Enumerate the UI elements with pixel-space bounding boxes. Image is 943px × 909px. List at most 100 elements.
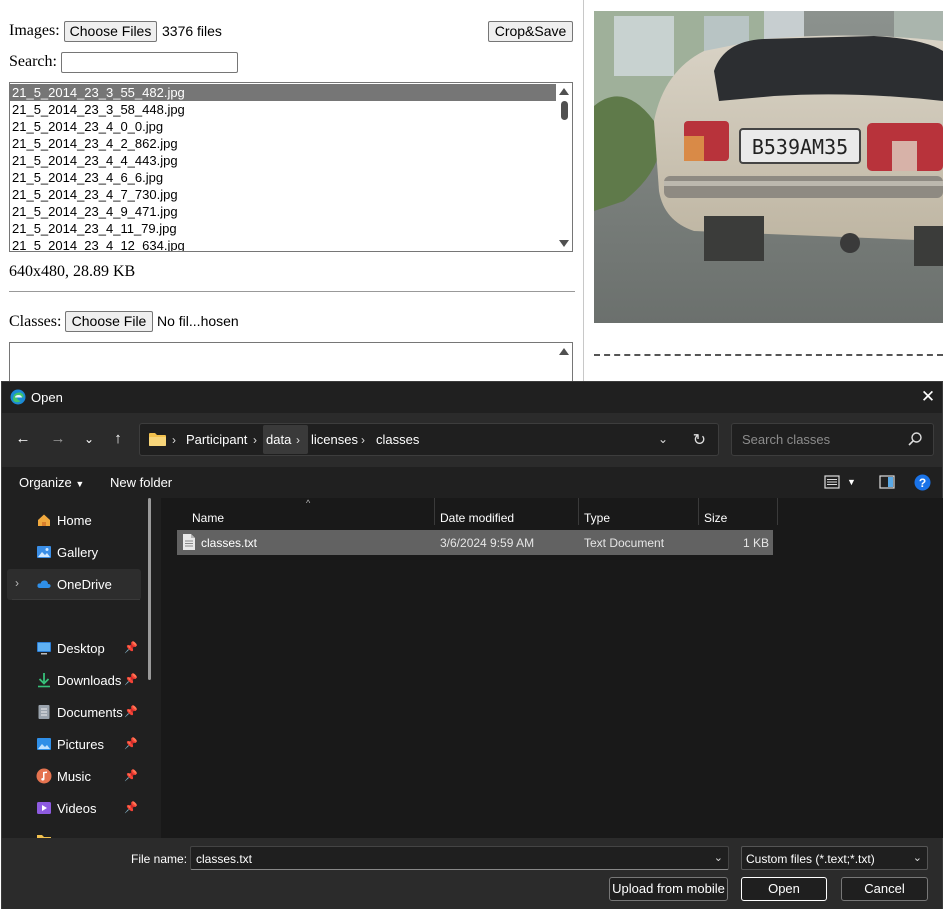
- file-list-view: ^ Name Date modified Type Size classes.t…: [161, 498, 943, 838]
- nav-item-pictures[interactable]: Pictures 📌: [7, 729, 141, 760]
- nav-item-music[interactable]: Music 📌: [7, 761, 141, 792]
- back-arrow-icon[interactable]: ←: [13, 429, 33, 449]
- scroll-thumb[interactable]: [561, 101, 568, 120]
- list-item[interactable]: 21_5_2014_23_4_12_634.jpg: [10, 237, 556, 251]
- nav-item-label: Home: [57, 513, 92, 528]
- open-button[interactable]: Open: [741, 877, 827, 901]
- upload-from-mobile-button[interactable]: Upload from mobile: [609, 877, 728, 901]
- breadcrumb-separator-icon: ›: [296, 433, 300, 447]
- svg-text:?: ?: [919, 476, 926, 490]
- scroll-up-arrow-icon[interactable]: [559, 348, 569, 355]
- nav-item-home[interactable]: Home: [7, 505, 141, 536]
- pin-icon[interactable]: 📌: [124, 641, 138, 654]
- nav-item-onedrive[interactable]: › OneDrive: [7, 569, 141, 600]
- breadcrumb-licenses[interactable]: licenses: [311, 432, 358, 448]
- list-item[interactable]: 21_5_2014_23_3_58_448.jpg: [10, 101, 556, 118]
- chevron-down-icon[interactable]: ⌄: [913, 851, 922, 864]
- expand-chevron-icon[interactable]: ›: [15, 576, 19, 590]
- file-type-filter[interactable]: Custom files (*.text;*.txt) ⌄: [741, 846, 928, 870]
- navigation-scrollbar[interactable]: [148, 498, 151, 680]
- up-arrow-icon[interactable]: ↑: [108, 429, 128, 449]
- pin-icon[interactable]: 📌: [124, 801, 138, 814]
- files-count: 3376 files: [162, 23, 222, 39]
- preview-pane-icon[interactable]: [879, 474, 895, 490]
- file-name-label: File name:: [131, 852, 188, 866]
- dialog-title: Open: [31, 390, 63, 405]
- pin-icon[interactable]: 📌: [124, 737, 138, 750]
- choose-files-button[interactable]: Choose Files: [64, 21, 157, 42]
- chevron-down-icon[interactable]: ▼: [847, 477, 856, 487]
- column-header-name[interactable]: Name: [192, 511, 224, 525]
- column-header-date-modified[interactable]: Date modified: [440, 511, 514, 525]
- view-options-icon[interactable]: [824, 474, 840, 490]
- panel-divider: [583, 0, 584, 384]
- image-file-list[interactable]: 21_5_2014_23_3_55_482.jpg 21_5_2014_23_3_…: [9, 82, 573, 252]
- pictures-icon: [37, 738, 51, 750]
- chevron-down-icon[interactable]: ⌄: [714, 851, 723, 864]
- pin-icon[interactable]: 📌: [124, 673, 138, 686]
- breadcrumb-separator-icon: ›: [253, 433, 257, 447]
- edge-browser-icon: [10, 389, 26, 405]
- folder-icon: [149, 433, 166, 446]
- file-size: 1 KB: [742, 536, 769, 550]
- nav-item-label: Documents: [57, 705, 123, 720]
- pin-icon[interactable]: 📌: [124, 705, 138, 718]
- breadcrumb-participant[interactable]: Participant: [186, 432, 247, 448]
- search-input[interactable]: [61, 52, 238, 73]
- organize-button[interactable]: Organize ▼: [19, 475, 84, 490]
- scroll-down-arrow-icon[interactable]: [559, 240, 569, 247]
- crop-save-button[interactable]: Crop&Save: [488, 21, 573, 42]
- nav-item-desktop[interactable]: Desktop 📌: [7, 633, 141, 664]
- list-item[interactable]: 21_5_2014_23_4_7_730.jpg: [10, 186, 556, 203]
- address-bar[interactable]: › Participant › data › licenses › classe…: [139, 423, 719, 456]
- nav-item-label: OneDrive: [57, 577, 112, 592]
- close-icon[interactable]: ✕: [920, 388, 936, 405]
- forward-arrow-icon[interactable]: →: [48, 429, 68, 449]
- classes-label: Classes:: [9, 313, 62, 330]
- file-row[interactable]: classes.txt 3/6/2024 9:59 AM Text Docume…: [177, 530, 773, 555]
- list-item[interactable]: 21_5_2014_23_3_55_482.jpg: [10, 84, 556, 101]
- nav-item-videos[interactable]: Videos 📌: [7, 793, 141, 824]
- file-name-field[interactable]: classes.txt ⌄: [190, 846, 729, 870]
- column-separator[interactable]: [578, 498, 579, 525]
- column-header-size[interactable]: Size: [704, 511, 727, 525]
- nav-item-downloads[interactable]: Downloads 📌: [7, 665, 141, 696]
- breadcrumb-classes[interactable]: classes: [376, 432, 419, 448]
- folder-search-box[interactable]: Search classes: [731, 423, 934, 456]
- cancel-button[interactable]: Cancel: [841, 877, 928, 901]
- scroll-up-arrow-icon[interactable]: [559, 88, 569, 95]
- music-icon: [36, 768, 52, 784]
- navigation-pane: Home Gallery › OneDrive Desktop 📌 Downlo…: [2, 498, 159, 838]
- images-label: Images:: [9, 22, 60, 39]
- new-folder-button[interactable]: New folder: [110, 475, 172, 490]
- column-separator[interactable]: [434, 498, 435, 525]
- address-dropdown-chevron-icon[interactable]: ⌄: [658, 432, 668, 446]
- pin-icon[interactable]: 📌: [124, 769, 138, 782]
- recent-locations-chevron-icon[interactable]: ⌄: [79, 429, 99, 449]
- command-toolbar: Organize ▼ New folder ▼ ?: [2, 467, 942, 498]
- list-item[interactable]: 21_5_2014_23_4_11_79.jpg: [10, 220, 556, 237]
- search-label: Search:: [9, 53, 57, 70]
- search-icon: [908, 432, 922, 446]
- nav-item-gallery[interactable]: Gallery: [7, 537, 141, 568]
- list-item[interactable]: 21_5_2014_23_4_0_0.jpg: [10, 118, 556, 135]
- column-separator[interactable]: [698, 498, 699, 525]
- list-item[interactable]: 21_5_2014_23_4_2_862.jpg: [10, 135, 556, 152]
- file-date: 3/6/2024 9:59 AM: [440, 536, 535, 550]
- choose-file-button[interactable]: Choose File: [65, 311, 153, 332]
- nav-item-documents[interactable]: Documents 📌: [7, 697, 141, 728]
- image-cropper-app: Images: Choose Files 3376 files Crop&Sav…: [0, 0, 943, 392]
- refresh-icon[interactable]: ↻: [693, 430, 706, 450]
- list-item[interactable]: 21_5_2014_23_4_4_443.jpg: [10, 152, 556, 169]
- list-item[interactable]: 21_5_2014_23_4_6_6.jpg: [10, 169, 556, 186]
- column-header-type[interactable]: Type: [584, 511, 610, 525]
- breadcrumb-data[interactable]: data: [266, 432, 291, 448]
- image-info: 640x480, 28.89 KB: [9, 263, 136, 280]
- nav-item-partial[interactable]: [7, 825, 141, 838]
- help-icon[interactable]: ?: [914, 474, 931, 491]
- column-separator[interactable]: [777, 498, 778, 525]
- list-item[interactable]: 21_5_2014_23_4_9_471.jpg: [10, 203, 556, 220]
- divider: [9, 291, 575, 292]
- home-icon: [38, 514, 50, 526]
- list-scrollbar[interactable]: [556, 83, 572, 251]
